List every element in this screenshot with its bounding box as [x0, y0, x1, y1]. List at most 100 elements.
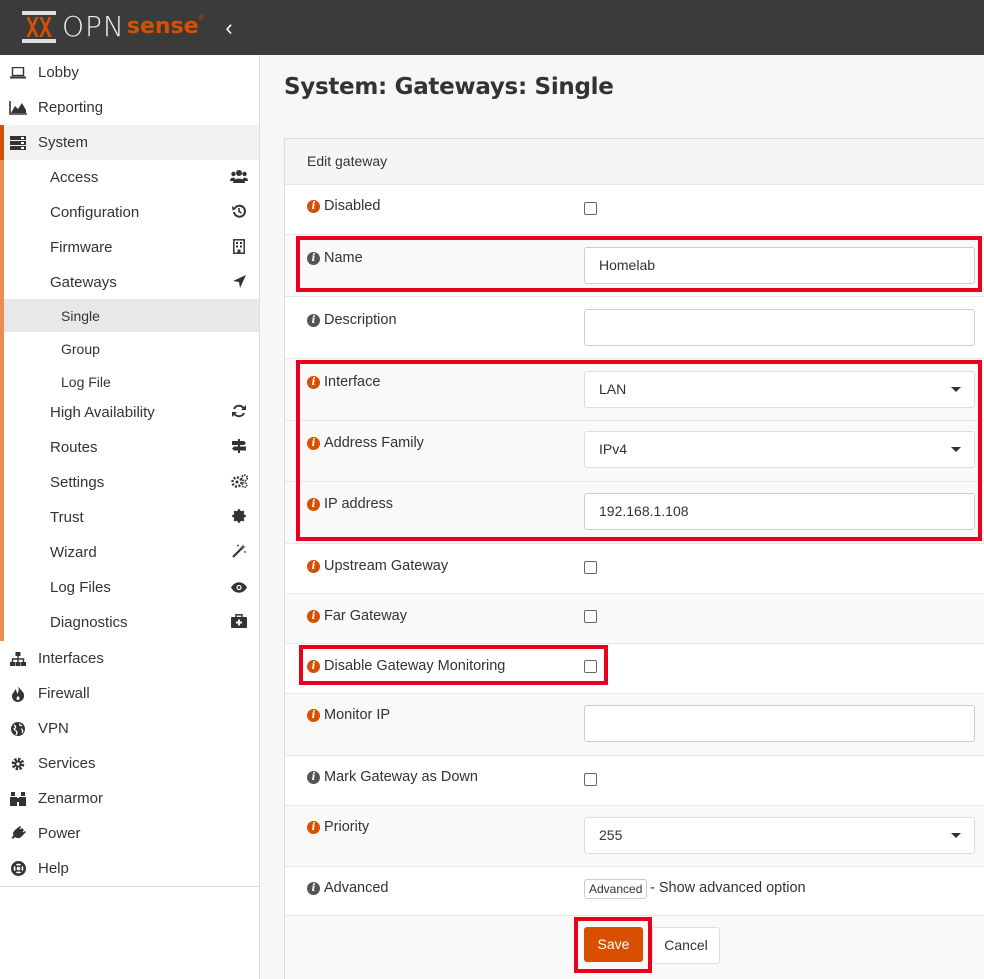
sidebar-item-configuration[interactable]: Configuration [4, 195, 259, 230]
sidebar-item-settings[interactable]: Settings [4, 465, 259, 500]
sidebar-divider [0, 886, 259, 887]
sidebar-item-services[interactable]: Services [0, 746, 259, 781]
logo-sense-text: sense [126, 14, 199, 39]
advanced-label: i Advanced [307, 880, 389, 896]
sidebar-item-system[interactable]: System [0, 125, 259, 160]
sidebar-item-group[interactable]: Group [4, 332, 259, 365]
field-label-text: Far Gateway [324, 608, 407, 624]
priority-row: i Priority 255 [285, 806, 984, 867]
opnsense-logo[interactable]: OPN sense ® [22, 9, 204, 45]
cog-icon [9, 756, 27, 772]
sidebar-item-label: Reporting [38, 99, 104, 116]
field-label-text: Advanced [324, 880, 389, 896]
address-family-select[interactable]: IPv4 [584, 431, 975, 468]
sidebar-item-zenarmor[interactable]: Zenarmor [0, 781, 259, 816]
info-icon[interactable]: i [307, 659, 320, 673]
cancel-button[interactable]: Cancel [652, 927, 720, 964]
sidebar-item-firmware[interactable]: Firmware [4, 230, 259, 265]
disable-monitoring-row: i Disable Gateway Monitoring [285, 644, 984, 694]
info-icon[interactable]: i [307, 497, 320, 511]
sidebar-item-label: Log Files [50, 579, 111, 596]
sidebar-item-reporting[interactable]: Reporting [0, 90, 259, 125]
mark-down-checkbox[interactable] [584, 773, 597, 786]
save-button[interactable]: Save [584, 927, 643, 962]
disable-monitoring-checkbox[interactable] [584, 660, 597, 673]
disabled-checkbox[interactable] [584, 202, 597, 215]
sidebar-item-gateways[interactable]: Gateways [4, 265, 259, 300]
info-icon[interactable]: i [307, 199, 320, 213]
far-gateway-checkbox[interactable] [584, 610, 597, 623]
info-icon[interactable]: i [307, 251, 320, 265]
sidebar-item-vpn[interactable]: VPN [0, 711, 259, 746]
info-icon[interactable]: i [307, 881, 320, 895]
name-label: i Name [307, 250, 363, 266]
address-family-row: i Address Family IPv4 [285, 421, 984, 482]
sidebar-item-wizard[interactable]: Wizard [4, 535, 259, 570]
history-icon [229, 204, 249, 221]
sidebar-item-label: High Availability [50, 404, 155, 421]
caret-down-icon [951, 447, 961, 452]
mark-down-label: i Mark Gateway as Down [307, 769, 478, 785]
sidebar-item-label: Access [50, 169, 99, 186]
caret-down-icon [951, 387, 961, 392]
sidebar-item-high-availability[interactable]: High Availability [4, 395, 259, 430]
sidebar-item-firewall[interactable]: Firewall [0, 676, 259, 711]
info-icon[interactable]: i [307, 313, 320, 327]
name-input[interactable]: Homelab [584, 247, 975, 284]
field-label-text: Description [324, 312, 397, 328]
interface-row: i Interface LAN [285, 359, 984, 421]
description-row: i Description [285, 297, 984, 359]
info-icon[interactable]: i [307, 609, 320, 623]
sidebar-item-label: Trust [50, 509, 84, 526]
sidebar-item-access[interactable]: Access [4, 160, 259, 195]
life-ring-icon [9, 861, 27, 877]
field-label-text: Name [324, 250, 363, 266]
sidebar-item-log-files[interactable]: Log Files [4, 570, 259, 605]
disabled-label: i Disabled [307, 198, 380, 214]
sidebar-item-lobby[interactable]: Lobby [0, 55, 259, 90]
description-input[interactable] [584, 309, 975, 346]
field-label-text: IP address [324, 496, 394, 512]
ip-address-input[interactable]: 192.168.1.108 [584, 493, 975, 530]
sidebar-item-log-file[interactable]: Log File [4, 365, 259, 398]
field-label-text: Upstream Gateway [324, 558, 449, 574]
panel-title: Edit gateway [307, 153, 388, 169]
select-value: 255 [599, 827, 623, 843]
info-icon[interactable]: i [307, 559, 320, 573]
sidebar-item-trust[interactable]: Trust [4, 500, 259, 535]
info-icon[interactable]: i [307, 770, 320, 784]
sidebar-item-label: Interfaces [38, 650, 104, 667]
area-chart-icon [9, 100, 27, 116]
location-arrow-icon [229, 274, 249, 291]
sidebar-item-label: Configuration [50, 204, 140, 221]
interface-label: i Interface [307, 374, 380, 390]
info-icon[interactable]: i [307, 436, 320, 450]
priority-select[interactable]: 255 [584, 817, 975, 854]
top-bar: OPN sense ® ‹ [0, 0, 984, 55]
address-family-label: i Address Family [307, 435, 424, 451]
sidebar-item-power[interactable]: Power [0, 816, 259, 851]
sidebar-item-single[interactable]: Single [4, 299, 259, 332]
upstream-gateway-checkbox[interactable] [584, 561, 597, 574]
select-value: IPv4 [599, 441, 628, 457]
monitor-ip-input[interactable] [584, 705, 975, 742]
sidebar-item-diagnostics[interactable]: Diagnostics [4, 605, 259, 640]
info-icon[interactable]: i [307, 375, 320, 389]
select-value: LAN [599, 381, 627, 397]
sidebar: Lobby Reporting System Access Configurat… [0, 55, 260, 979]
sidebar-item-label: Firewall [38, 685, 90, 702]
advanced-toggle-button[interactable]: Advanced [584, 879, 648, 899]
collapse-sidebar-button[interactable]: ‹ [218, 15, 240, 41]
upstream-gateway-row: i Upstream Gateway [285, 544, 984, 594]
info-icon[interactable]: i [307, 708, 320, 722]
active-section-marker [0, 125, 4, 160]
info-icon[interactable]: i [307, 820, 320, 834]
edit-gateway-panel: Edit gateway i Disabled i Name Homelab i… [284, 138, 984, 979]
sitemap-icon [9, 651, 27, 667]
sidebar-item-routes[interactable]: Routes [4, 430, 259, 465]
caret-down-icon [951, 833, 961, 838]
sidebar-item-interfaces[interactable]: Interfaces [0, 641, 259, 676]
interface-select[interactable]: LAN [584, 371, 975, 408]
sidebar-item-help[interactable]: Help [0, 851, 259, 886]
magic-icon [229, 544, 249, 561]
